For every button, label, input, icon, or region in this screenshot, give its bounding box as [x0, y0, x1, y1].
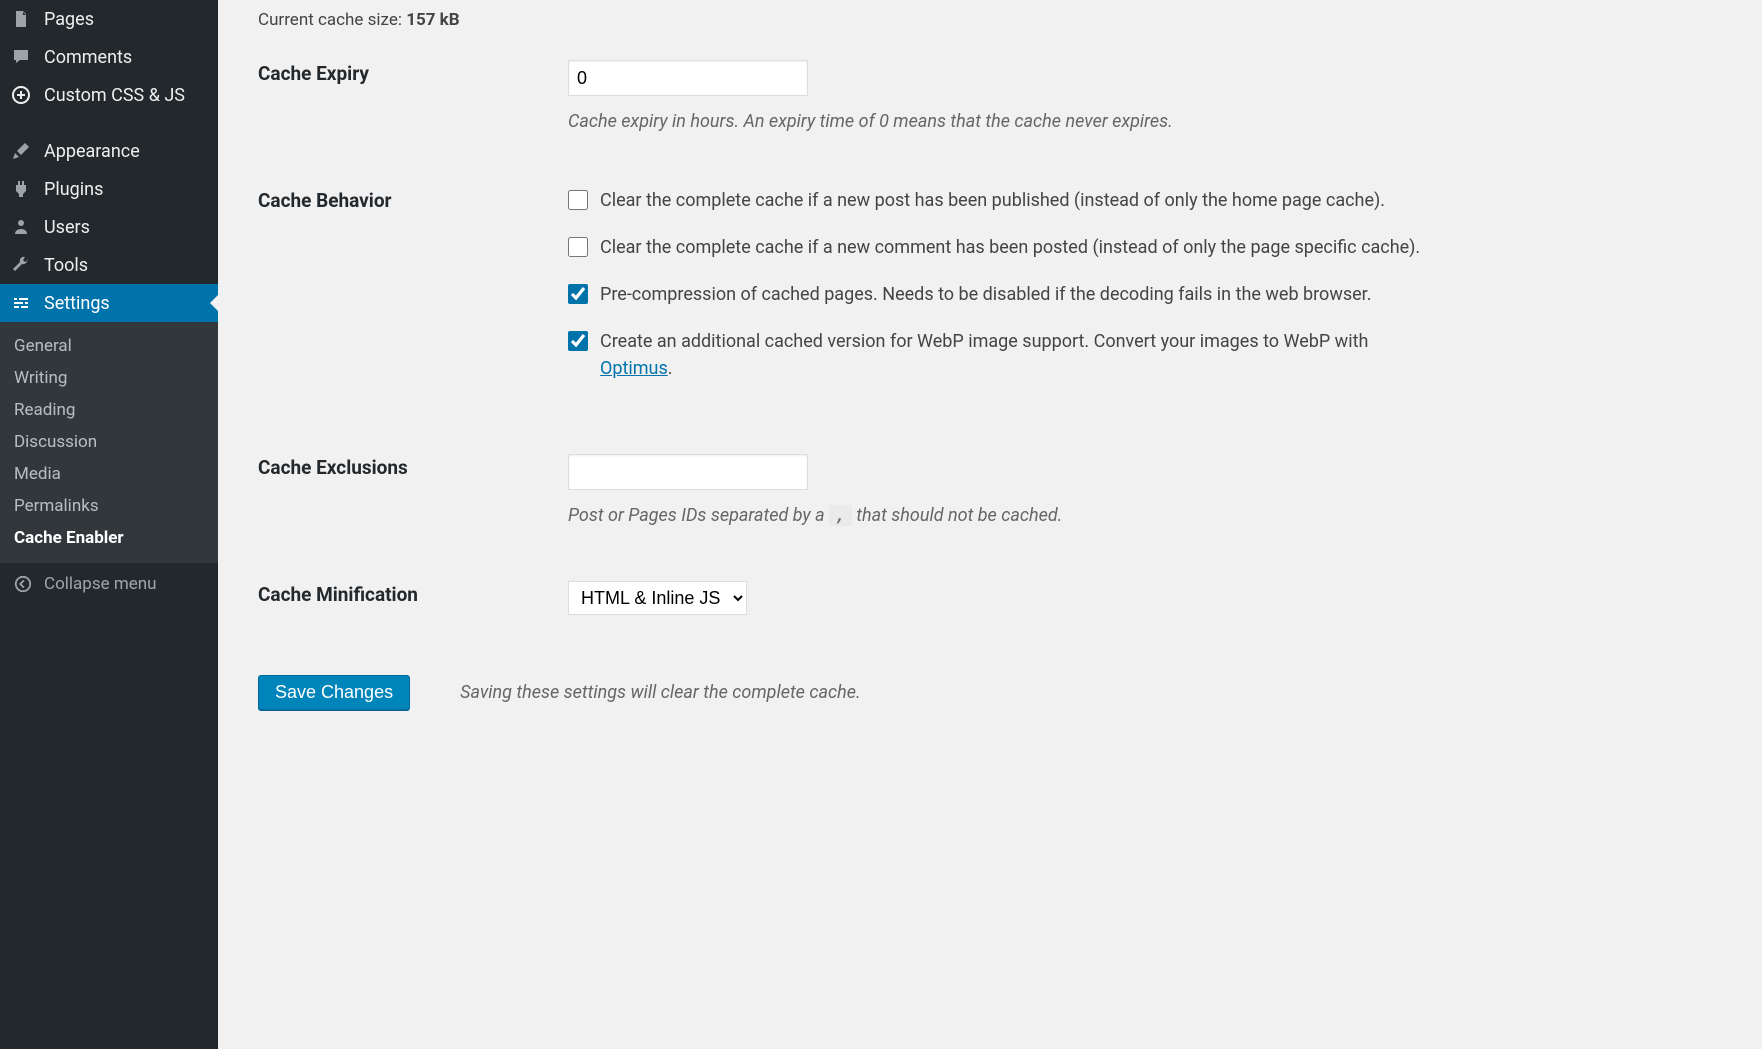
behavior-webp-checkbox[interactable]: [568, 331, 588, 351]
submenu-discussion[interactable]: Discussion: [0, 426, 218, 458]
submenu-reading[interactable]: Reading: [0, 394, 218, 426]
pages-icon: [10, 8, 32, 30]
sidebar-item-comments[interactable]: Comments: [0, 38, 218, 76]
sidebar-item-users[interactable]: Users: [0, 208, 218, 246]
cache-size-text: Current cache size: 157 kB: [258, 10, 1722, 30]
users-icon: [10, 216, 32, 238]
behavior-precompress-checkbox[interactable]: [568, 284, 588, 304]
cache-behavior-label: Cache Behavior: [258, 187, 538, 212]
settings-content: Current cache size: 157 kB Cache Expiry …: [218, 0, 1762, 1049]
behavior-clear-on-post-checkbox[interactable]: [568, 190, 588, 210]
collapse-label: Collapse menu: [44, 574, 157, 594]
sidebar-item-label: Custom CSS & JS: [44, 85, 185, 106]
submenu-permalinks[interactable]: Permalinks: [0, 490, 218, 522]
save-changes-button[interactable]: Save Changes: [258, 675, 410, 710]
cache-minification-label: Cache Minification: [258, 581, 538, 606]
cache-expiry-hint: Cache expiry in hours. An expiry time of…: [568, 108, 1428, 135]
sidebar-item-plugins[interactable]: Plugins: [0, 170, 218, 208]
cache-exclusions-label: Cache Exclusions: [258, 454, 538, 479]
submenu-writing[interactable]: Writing: [0, 362, 218, 394]
cache-exclusions-hint: Post or Pages IDs separated by a , that …: [568, 502, 1428, 529]
comments-icon: [10, 46, 32, 68]
wrench-icon: [10, 254, 32, 276]
behavior-clear-on-comment[interactable]: Clear the complete cache if a new commen…: [568, 234, 1428, 261]
admin-sidebar: Pages Comments Custom CSS & JS Appearanc…: [0, 0, 218, 1049]
sidebar-item-custom-css-js[interactable]: Custom CSS & JS: [0, 76, 218, 114]
collapse-icon: [12, 573, 34, 595]
behavior-clear-on-post[interactable]: Clear the complete cache if a new post h…: [568, 187, 1428, 214]
sidebar-item-label: Comments: [44, 47, 132, 68]
settings-submenu: General Writing Reading Discussion Media…: [0, 322, 218, 562]
cache-expiry-label: Cache Expiry: [258, 60, 538, 85]
save-hint: Saving these settings will clear the com…: [460, 682, 861, 703]
sidebar-item-label: Plugins: [44, 179, 103, 200]
cache-exclusions-input[interactable]: [568, 454, 808, 490]
submenu-cache-enabler[interactable]: Cache Enabler: [0, 522, 218, 554]
sidebar-item-label: Tools: [44, 255, 88, 276]
sidebar-item-tools[interactable]: Tools: [0, 246, 218, 284]
behavior-clear-on-comment-checkbox[interactable]: [568, 237, 588, 257]
optimus-link[interactable]: Optimus: [600, 358, 668, 379]
submenu-media[interactable]: Media: [0, 458, 218, 490]
behavior-precompress[interactable]: Pre-compression of cached pages. Needs t…: [568, 281, 1428, 308]
plus-circle-icon: [10, 84, 32, 106]
sidebar-item-label: Settings: [44, 293, 110, 314]
plugin-icon: [10, 178, 32, 200]
submenu-general[interactable]: General: [0, 330, 218, 362]
collapse-menu[interactable]: Collapse menu: [0, 562, 218, 605]
sidebar-item-settings[interactable]: Settings: [0, 284, 218, 322]
sidebar-item-pages[interactable]: Pages: [0, 0, 218, 38]
sidebar-item-label: Users: [44, 217, 90, 238]
behavior-webp[interactable]: Create an additional cached version for …: [568, 328, 1428, 382]
sidebar-item-label: Pages: [44, 9, 94, 30]
sidebar-item-appearance[interactable]: Appearance: [0, 132, 218, 170]
brush-icon: [10, 140, 32, 162]
sidebar-item-label: Appearance: [44, 141, 140, 162]
separator-badge: ,: [829, 505, 852, 526]
sliders-icon: [10, 292, 32, 314]
cache-minification-select[interactable]: HTML & Inline JS: [568, 581, 747, 615]
cache-expiry-input[interactable]: [568, 60, 808, 96]
